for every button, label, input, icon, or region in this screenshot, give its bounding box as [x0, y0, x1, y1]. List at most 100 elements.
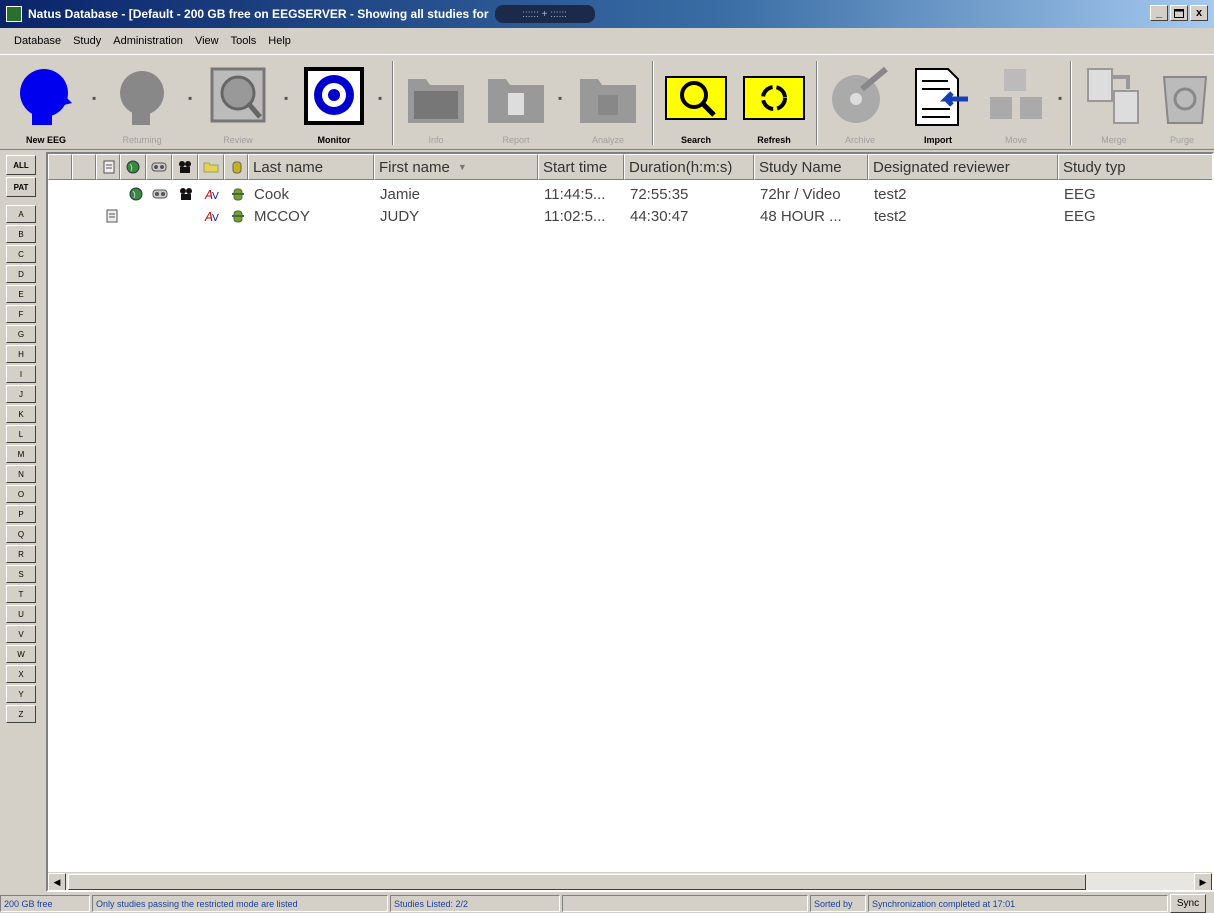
letter-y[interactable]: Y	[6, 685, 36, 703]
report-dropdown[interactable]: ▪	[558, 91, 562, 105]
report-button[interactable]: Report	[476, 55, 556, 151]
column-first-name[interactable]: First name ▼	[374, 154, 538, 180]
start-time-cell: 11:44:5...	[544, 185, 606, 203]
letter-q[interactable]: Q	[6, 525, 36, 543]
scroll-thumb[interactable]	[68, 874, 1086, 890]
column-status[interactable]	[224, 154, 248, 180]
study-type-cell: EEG	[1064, 207, 1096, 225]
letter-g[interactable]: G	[6, 325, 36, 343]
letter-pat[interactable]: PAT	[6, 177, 36, 197]
eeg-wave-icon: AV	[204, 208, 220, 224]
sync-button[interactable]: Sync	[1170, 894, 1206, 913]
letter-k[interactable]: K	[6, 405, 36, 423]
new-eeg-dropdown[interactable]: ▪	[92, 91, 96, 105]
column-note[interactable]	[96, 154, 120, 180]
monitor-icon	[304, 67, 364, 125]
monitor-dropdown[interactable]: ▪	[378, 91, 382, 105]
letter-m[interactable]: M	[6, 445, 36, 463]
review-dropdown[interactable]: ▪	[284, 91, 288, 105]
column-blank[interactable]	[72, 154, 96, 180]
study-list[interactable]: Last name First name ▼ Start time Duratio…	[46, 152, 1214, 892]
analyze-button[interactable]: Analyze	[568, 55, 648, 151]
app-icon[interactable]	[6, 6, 22, 22]
letter-e[interactable]: E	[6, 285, 36, 303]
monitor-button[interactable]: Monitor	[294, 55, 374, 151]
status-bar: 200 GB free Only studies passing the res…	[0, 894, 1214, 913]
letter-l[interactable]: L	[6, 425, 36, 443]
new-eeg-button[interactable]: New EEG	[6, 55, 86, 151]
column-last-name[interactable]: Last name	[248, 154, 374, 180]
start-time-cell: 11:02:5...	[544, 207, 606, 225]
horizontal-scrollbar[interactable]: ◀ ▶	[48, 872, 1212, 890]
letter-i[interactable]: I	[6, 365, 36, 383]
letter-r[interactable]: R	[6, 545, 36, 563]
returning-label: Returning	[122, 135, 162, 145]
letter-s[interactable]: S	[6, 565, 36, 583]
move-button[interactable]: Move	[976, 55, 1056, 151]
letter-d[interactable]: D	[6, 265, 36, 283]
note-icon	[104, 208, 120, 224]
letter-a[interactable]: A	[6, 205, 36, 223]
returning-button[interactable]: Returning	[102, 55, 182, 151]
search-button[interactable]: Search	[656, 55, 736, 151]
import-button[interactable]: Import	[898, 55, 978, 151]
menu-view[interactable]: View	[189, 35, 225, 47]
review-button[interactable]: Review	[198, 55, 278, 151]
tape-icon	[151, 159, 167, 175]
letter-j[interactable]: J	[6, 385, 36, 403]
letter-u[interactable]: U	[6, 605, 36, 623]
letter-t[interactable]: T	[6, 585, 36, 603]
head-gray-icon	[120, 71, 164, 125]
column-study-name[interactable]: Study Name	[754, 154, 868, 180]
menu-study[interactable]: Study	[67, 35, 107, 47]
column-duration[interactable]: Duration(h:m:s)	[624, 154, 754, 180]
move-dropdown[interactable]: ▪	[1058, 91, 1062, 105]
menu-database[interactable]: Database	[8, 35, 67, 47]
analyze-label: Analyze	[591, 135, 625, 145]
purge-button[interactable]: Purge	[1142, 55, 1214, 151]
minimize-button[interactable]: _	[1150, 5, 1168, 21]
letter-x[interactable]: X	[6, 665, 36, 683]
letter-z[interactable]: Z	[6, 705, 36, 723]
column-camera[interactable]	[172, 154, 198, 180]
tape-icon	[152, 186, 168, 202]
column-start-time[interactable]: Start time	[538, 154, 624, 180]
scroll-right-button[interactable]: ▶	[1194, 873, 1212, 890]
letter-b[interactable]: B	[6, 225, 36, 243]
letter-c[interactable]: C	[6, 245, 36, 263]
maximize-button[interactable]	[1170, 5, 1188, 21]
letter-o[interactable]: O	[6, 485, 36, 503]
column-select[interactable]	[48, 154, 72, 180]
review-label: Review	[223, 135, 253, 145]
column-tape[interactable]	[146, 154, 172, 180]
folder-info-icon	[408, 79, 464, 123]
letter-w[interactable]: W	[6, 645, 36, 663]
import-document-icon	[915, 68, 968, 126]
camera-icon	[177, 159, 193, 175]
search-folder-icon	[665, 76, 727, 120]
column-folder[interactable]	[198, 154, 224, 180]
column-study-type[interactable]: Study typ	[1058, 154, 1212, 180]
letter-f[interactable]: F	[6, 305, 36, 323]
letter-n[interactable]: N	[6, 465, 36, 483]
letter-v[interactable]: V	[6, 625, 36, 643]
archive-button[interactable]: Archive	[820, 55, 900, 151]
menu-administration[interactable]: Administration	[107, 35, 189, 47]
scroll-left-button[interactable]: ◀	[48, 873, 66, 890]
refresh-button[interactable]: Refresh	[734, 55, 814, 151]
letter-h[interactable]: H	[6, 345, 36, 363]
report-label: Report	[502, 135, 530, 145]
close-button[interactable]: x	[1190, 5, 1208, 21]
menu-tools[interactable]: Tools	[225, 35, 263, 47]
letter-all[interactable]: ALL	[6, 155, 36, 175]
column-designated-reviewer[interactable]: Designated reviewer	[868, 154, 1058, 180]
letter-p[interactable]: P	[6, 505, 36, 523]
menu-help[interactable]: Help	[262, 35, 297, 47]
row-eeg-cell: AV	[200, 206, 224, 226]
column-globe[interactable]	[120, 154, 146, 180]
returning-dropdown[interactable]: ▪	[188, 91, 192, 105]
title-bar: Natus Database - [Default - 200 GB free …	[0, 0, 1214, 28]
info-button[interactable]: Info	[396, 55, 476, 151]
table-row[interactable]: AV Cook Jamie 11:44:5... 72:55:35 72hr /…	[48, 184, 1212, 204]
table-row[interactable]: AV MCCOY JUDY 11:02:5... 44:30:47 48 HOU…	[48, 206, 1212, 226]
